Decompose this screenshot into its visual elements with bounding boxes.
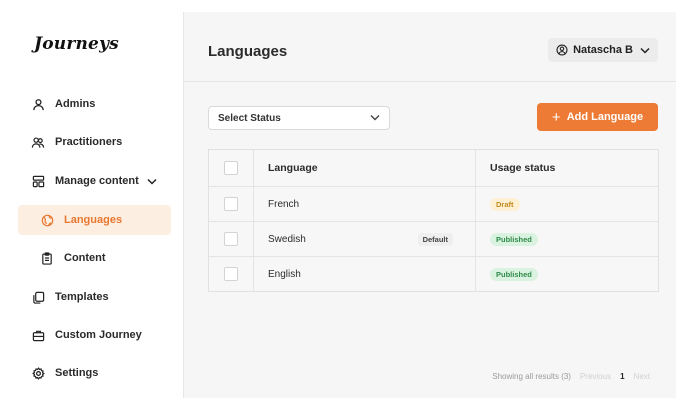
sidebar-item-content[interactable]: Content xyxy=(18,243,171,273)
sidebar-item-label: Manage content xyxy=(55,175,139,187)
sidebar-item-languages[interactable]: Languages xyxy=(18,205,171,235)
row-checkbox[interactable] xyxy=(224,232,238,246)
sidebar-item-label: Languages xyxy=(64,214,123,226)
sidebar-item-settings[interactable]: Settings xyxy=(18,358,171,388)
plus-icon: + xyxy=(551,108,561,126)
sidebar-item-manage-content[interactable]: Manage content xyxy=(18,166,171,196)
status-cell: Draft xyxy=(476,187,658,221)
main-content: Languages Natascha B Select Status + Add… xyxy=(184,12,676,398)
sidebar-item-label: Templates xyxy=(55,291,109,303)
table-row[interactable]: English Published xyxy=(209,256,658,291)
sidebar-item-label: Content xyxy=(64,252,106,264)
gear-icon xyxy=(31,366,45,380)
status-badge: Published xyxy=(490,232,538,246)
chevron-down-icon xyxy=(147,178,157,185)
add-language-label: Add Language xyxy=(566,111,644,123)
table-row[interactable]: French Draft xyxy=(209,186,658,221)
user-icon xyxy=(31,97,45,111)
copy-icon xyxy=(31,290,45,304)
sidebar-item-label: Settings xyxy=(55,367,99,379)
language-name: French xyxy=(268,198,300,210)
sidebar-item-label: Practitioners xyxy=(55,136,123,148)
user-circle-icon xyxy=(556,44,568,56)
status-filter-label: Select Status xyxy=(218,112,281,124)
globe-icon xyxy=(40,213,54,227)
user-name: Natascha B xyxy=(573,44,633,56)
language-cell: Swedish Default xyxy=(254,222,476,256)
page-title: Languages xyxy=(208,43,288,60)
sidebar-item-label: Custom Journey xyxy=(55,329,142,341)
header-checkbox-cell xyxy=(209,150,254,186)
table-row[interactable]: Swedish Default Published xyxy=(209,221,658,256)
languages-table: Language Usage status French Draft Swedi… xyxy=(208,149,659,292)
previous-page-link[interactable]: Previous xyxy=(580,372,611,381)
language-cell: French xyxy=(254,187,476,221)
users-icon xyxy=(31,135,45,149)
default-tag: Default xyxy=(417,232,453,246)
chevron-down-icon xyxy=(640,47,650,54)
app-logo[interactable]: Journeys xyxy=(34,34,119,54)
sidebar-item-custom-journey[interactable]: Custom Journey xyxy=(18,320,171,350)
table-header-row: Language Usage status xyxy=(209,150,658,186)
status-badge: Published xyxy=(490,267,538,281)
status-filter-select[interactable]: Select Status xyxy=(208,106,390,130)
sidebar-item-templates[interactable]: Templates xyxy=(18,282,171,312)
next-page-link[interactable]: Next xyxy=(634,372,650,381)
status-cell: Published xyxy=(476,257,658,291)
status-badge: Draft xyxy=(490,197,520,211)
current-page-number[interactable]: 1 xyxy=(620,372,624,381)
sidebar-item-practitioners[interactable]: Practitioners xyxy=(18,127,171,157)
row-checkbox[interactable] xyxy=(224,267,238,281)
clipboard-icon xyxy=(40,251,54,265)
language-name: English xyxy=(268,268,301,280)
sidebar-item-admins[interactable]: Admins xyxy=(18,89,171,119)
chevron-down-icon xyxy=(370,113,380,124)
pagination: Showing all results (3) Previous 1 Next xyxy=(492,372,650,381)
sidebar: Journeys Admins Practitioners Manage con… xyxy=(0,12,184,398)
status-cell: Published xyxy=(476,222,658,256)
sidebar-item-label: Admins xyxy=(55,98,96,110)
column-header-language[interactable]: Language xyxy=(254,150,476,186)
row-checkbox-cell xyxy=(209,222,254,256)
language-name: Swedish xyxy=(268,233,306,245)
column-header-usage-status[interactable]: Usage status xyxy=(476,150,658,186)
select-all-checkbox[interactable] xyxy=(224,161,238,175)
row-checkbox-cell xyxy=(209,257,254,291)
row-checkbox-cell xyxy=(209,187,254,221)
row-checkbox[interactable] xyxy=(224,197,238,211)
add-language-button[interactable]: + Add Language xyxy=(537,103,658,131)
top-bar: Languages Natascha B xyxy=(184,12,676,82)
results-summary: Showing all results (3) xyxy=(492,372,571,381)
content-stack-icon xyxy=(31,174,45,188)
user-menu-button[interactable]: Natascha B xyxy=(548,38,658,62)
language-cell: English xyxy=(254,257,476,291)
briefcase-icon xyxy=(31,328,45,342)
